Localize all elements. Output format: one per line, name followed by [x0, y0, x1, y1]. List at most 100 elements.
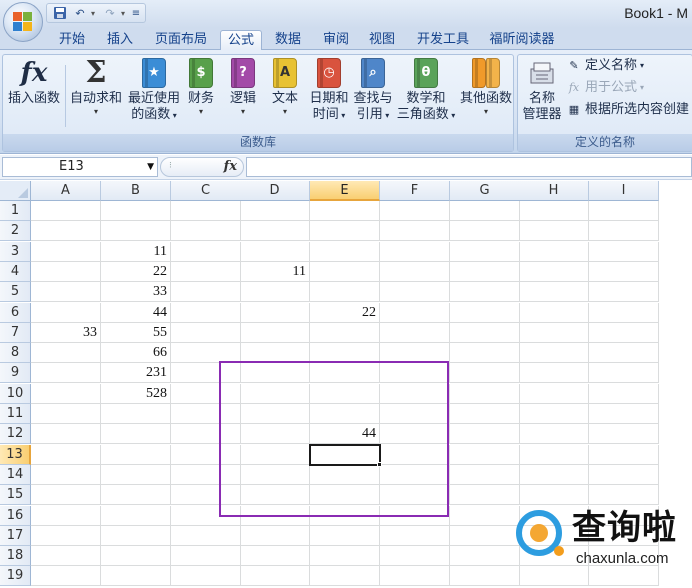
cell-b8[interactable]: 66: [101, 343, 171, 364]
cell-d3[interactable]: [240, 241, 310, 262]
row-header-4[interactable]: 4: [0, 261, 31, 282]
cell-a12[interactable]: [31, 424, 101, 445]
autosum-button[interactable]: Σ 自动求和 ▾: [67, 57, 125, 117]
cell-d17[interactable]: [240, 525, 310, 546]
cell-g17[interactable]: [450, 525, 520, 546]
cell-h5[interactable]: [519, 282, 589, 303]
cell-e18[interactable]: [310, 546, 380, 567]
cell-i3[interactable]: [589, 241, 659, 262]
lookup-reference-button[interactable]: ⌕ 查找与 引用 ▾: [351, 57, 395, 124]
cell-a18[interactable]: [31, 546, 101, 567]
insert-function-button[interactable]: fx 插入函数: [5, 57, 63, 107]
cell-f3[interactable]: [380, 241, 450, 262]
cell-g6[interactable]: [450, 302, 520, 323]
cell-c18[interactable]: [171, 546, 241, 567]
cell-g1[interactable]: [450, 201, 520, 221]
cell-f1[interactable]: [380, 201, 450, 221]
cell-e5[interactable]: [310, 282, 380, 303]
cell-h11[interactable]: [519, 404, 589, 424]
cell-f18[interactable]: [380, 546, 450, 567]
cell-h6[interactable]: [519, 302, 589, 323]
cell-g14[interactable]: [450, 464, 520, 485]
cell-a10[interactable]: [31, 383, 101, 404]
use-in-formula-button[interactable]: fx 用于公式 ▾: [566, 79, 644, 97]
cell-i1[interactable]: [589, 201, 659, 221]
cell-b2[interactable]: [101, 221, 171, 242]
cell-f17[interactable]: [380, 525, 450, 546]
cell-a14[interactable]: [31, 464, 101, 485]
cell-g4[interactable]: [450, 261, 520, 282]
row-header-9[interactable]: 9: [0, 363, 31, 384]
tab-developer[interactable]: 开发工具: [410, 30, 476, 50]
cell-g3[interactable]: [450, 241, 520, 262]
cell-i13[interactable]: [589, 444, 659, 465]
undo-dropdown-icon[interactable]: ▾: [91, 9, 99, 18]
cell-a6[interactable]: [31, 302, 101, 323]
cell-a3[interactable]: [31, 241, 101, 262]
cell-c4[interactable]: [171, 261, 241, 282]
tab-review[interactable]: 审阅: [316, 30, 356, 50]
cell-b17[interactable]: [101, 525, 171, 546]
column-header-i[interactable]: I: [589, 181, 659, 201]
cell-f7[interactable]: [380, 322, 450, 343]
cell-b4[interactable]: 22: [101, 261, 171, 282]
cell-b13[interactable]: [101, 444, 171, 465]
cell-b15[interactable]: [101, 485, 171, 506]
cell-g11[interactable]: [450, 404, 520, 424]
row-header-2[interactable]: 2: [0, 221, 31, 242]
cell-f6[interactable]: [380, 302, 450, 323]
cell-h14[interactable]: [519, 464, 589, 485]
cell-i9[interactable]: [589, 363, 659, 384]
cell-i7[interactable]: [589, 322, 659, 343]
cell-h4[interactable]: [519, 261, 589, 282]
name-manager-button[interactable]: 名称 管理器: [520, 57, 564, 123]
save-icon[interactable]: [51, 5, 69, 21]
column-header-g[interactable]: G: [450, 181, 520, 201]
tab-foxit-reader[interactable]: 福昕阅读器: [484, 30, 560, 50]
cell-i15[interactable]: [589, 485, 659, 506]
cell-a8[interactable]: [31, 343, 101, 364]
cell-e3[interactable]: [310, 241, 380, 262]
office-button[interactable]: [3, 2, 43, 42]
row-header-17[interactable]: 17: [0, 525, 31, 546]
cell-c5[interactable]: [171, 282, 241, 303]
cell-a7[interactable]: 33: [31, 322, 101, 343]
create-from-selection-button[interactable]: ▦ 根据所选内容创建: [566, 101, 689, 119]
row-header-8[interactable]: 8: [0, 343, 31, 364]
cell-i14[interactable]: [589, 464, 659, 485]
cell-b10[interactable]: 528: [101, 383, 171, 404]
redo-icon[interactable]: ↷: [101, 5, 119, 21]
cell-a15[interactable]: [31, 485, 101, 506]
cell-d19[interactable]: [240, 566, 310, 587]
cell-e7[interactable]: [310, 322, 380, 343]
more-functions-button[interactable]: 其他函数 ▾: [457, 57, 515, 117]
cell-d2[interactable]: [240, 221, 310, 242]
row-header-7[interactable]: 7: [0, 322, 31, 343]
cell-d6[interactable]: [240, 302, 310, 323]
customize-icon[interactable]: ≡: [131, 5, 141, 21]
row-header-12[interactable]: 12: [0, 424, 31, 445]
cell-i11[interactable]: [589, 404, 659, 424]
cell-h10[interactable]: [519, 383, 589, 404]
cell-h7[interactable]: [519, 322, 589, 343]
financial-button[interactable]: $ 财务 ▾: [183, 57, 219, 117]
cell-d5[interactable]: [240, 282, 310, 303]
cell-g16[interactable]: [450, 505, 520, 526]
name-box-dropdown-icon[interactable]: ▼: [147, 158, 154, 176]
cell-a5[interactable]: [31, 282, 101, 303]
cell-b14[interactable]: [101, 464, 171, 485]
cell-g9[interactable]: [450, 363, 520, 384]
cell-i4[interactable]: [589, 261, 659, 282]
tab-formulas[interactable]: 公式: [220, 30, 262, 51]
row-header-16[interactable]: 16: [0, 505, 31, 526]
redo-dropdown-icon[interactable]: ▾: [121, 9, 129, 18]
cell-b16[interactable]: [101, 505, 171, 526]
cell-b19[interactable]: [101, 566, 171, 587]
formula-input[interactable]: [246, 157, 692, 177]
tab-page-layout[interactable]: 页面布局: [148, 30, 214, 50]
cell-b18[interactable]: [101, 546, 171, 567]
cell-e2[interactable]: [310, 221, 380, 242]
cell-b12[interactable]: [101, 424, 171, 445]
column-header-c[interactable]: C: [171, 181, 241, 201]
cell-b7[interactable]: 55: [101, 322, 171, 343]
